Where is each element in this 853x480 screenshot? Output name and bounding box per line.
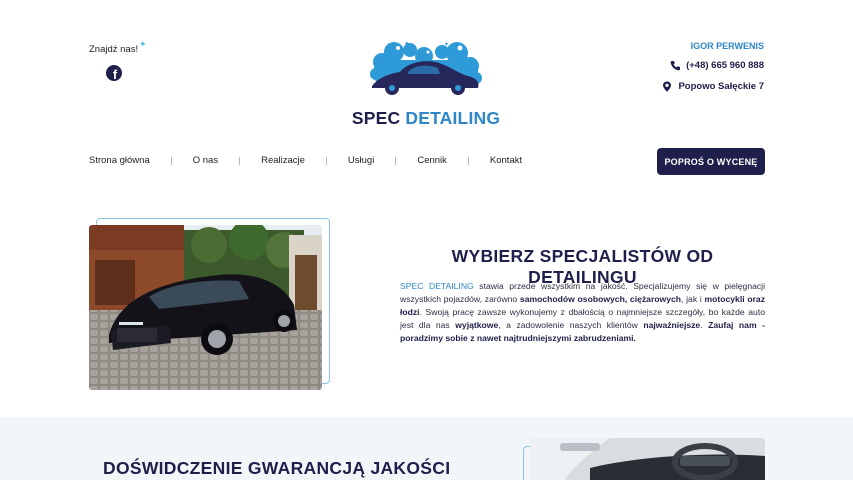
- paragraph-brand-1: SPEC: [400, 281, 424, 291]
- nav-divider: [170, 156, 172, 165]
- main-nav: Strona główna O nas Realizacje Usługi Ce…: [89, 155, 522, 166]
- brand-name: SPEC DETAILING: [340, 108, 512, 129]
- contact-name: IGOR PERWENIS: [690, 41, 764, 51]
- nav-divider: [467, 156, 469, 165]
- hero-paragraph: SPEC DETAILING stawia przede wszystkim n…: [400, 280, 765, 345]
- find-us-label: Znajdź nas! ✦: [89, 39, 147, 55]
- phone-icon: [670, 61, 681, 71]
- facebook-icon[interactable]: f: [106, 65, 122, 81]
- page: Znajdź nas! ✦ f ✦ ✦ SPEC DETAILING IGOR …: [0, 0, 853, 480]
- brand-part-1: SPEC: [351, 108, 401, 128]
- paragraph-text-4: , a zadowolenie naszych klientów: [498, 320, 644, 331]
- nav-item-pricing[interactable]: Cennik: [417, 155, 447, 166]
- paragraph-bold-3: wyjątkowe: [455, 320, 499, 331]
- paragraph-text-2: , jak i: [681, 294, 705, 305]
- nav-divider: [325, 156, 327, 165]
- paragraph-bold-1: samochodów osobowych, ciężarowych: [519, 294, 682, 305]
- experience-title: DOŚWIDCZENIE GWARANCJĄ JAKOŚCI: [103, 458, 451, 478]
- phone-row[interactable]: (+48) 665 960 888: [670, 60, 764, 71]
- nav-divider: [239, 156, 241, 165]
- request-quote-button[interactable]: POPROŚ O WYCENĘ: [657, 148, 765, 175]
- car-wash-logo-icon[interactable]: ✦ ✦: [368, 38, 484, 102]
- nav-item-realizations[interactable]: Realizacje: [261, 155, 305, 166]
- nav-item-home[interactable]: Strona główna: [89, 155, 150, 166]
- nav-item-services[interactable]: Usługi: [348, 155, 374, 166]
- interior-photo: [530, 438, 765, 480]
- svg-text:✦: ✦: [444, 41, 449, 48]
- nav-divider: [395, 156, 397, 165]
- svg-text:✦: ✦: [404, 40, 410, 48]
- hero-car-photo: [89, 225, 322, 390]
- find-us-text: Znajdź nas!: [89, 44, 139, 55]
- phone-number: (+48) 665 960 888: [686, 60, 764, 71]
- brand-part-2: DETAILING: [405, 108, 501, 128]
- paragraph-brand-2: DETAILING: [428, 281, 474, 291]
- paragraph-bold-4: najważniejsze: [643, 320, 701, 331]
- nav-item-about[interactable]: O nas: [193, 155, 218, 166]
- address-text: Popowo Sałęckie 7: [678, 81, 764, 92]
- nav-item-contact[interactable]: Kontakt: [490, 155, 522, 166]
- location-pin-icon: [663, 81, 672, 92]
- sparkle-icon: ✦: [139, 39, 147, 49]
- address-row: Popowo Sałęckie 7: [662, 81, 764, 92]
- paragraph-text-5: .: [700, 320, 709, 331]
